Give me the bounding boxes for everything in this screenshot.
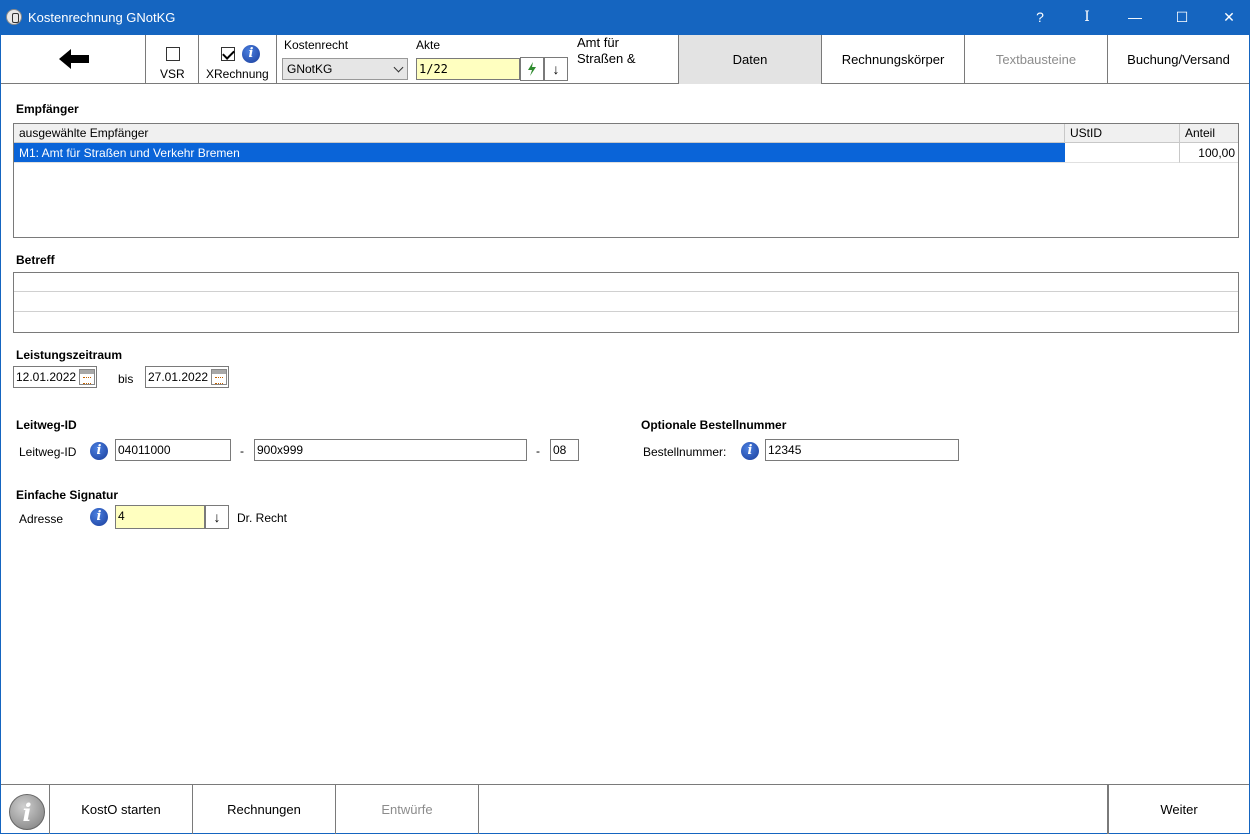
xrechnung-checkbox[interactable] [221,47,235,61]
leitweg-title: Leitweg-ID [16,418,77,432]
arrow-down-icon: ↓ [552,61,560,77]
arrow-down-icon: ↓ [213,509,221,525]
info-cursor-button[interactable]: I [1064,0,1110,35]
empfaenger-name-cell[interactable]: M1: Amt für Straßen und Verkehr Bremen [14,143,1065,163]
kostenrecht-value: GNotKG [287,62,333,76]
lightning-icon [528,62,536,76]
tab-daten[interactable]: Daten [679,35,822,84]
betreff-title: Betreff [16,253,55,267]
adresse-select-button[interactable]: ↓ [205,505,229,529]
leitweg-separator: - [240,444,244,458]
date-to-input[interactable]: 27.01.2022 [145,366,229,388]
empfaenger-title: Empfänger [16,102,79,116]
vsr-toggle[interactable]: VSR [146,35,199,84]
leitweg-info-icon[interactable]: i [90,442,108,460]
akte-panel: Kostenrecht GNotKG Akte 1/22 ↓ Amt für S… [277,35,679,84]
date-from-input[interactable]: 12.01.2022 [13,366,97,388]
vsr-checkbox[interactable] [166,47,180,61]
weiter-button[interactable]: Weiter [1108,785,1249,834]
back-arrow-icon [59,49,89,69]
column-header-empfaenger[interactable]: ausgewählte Empfänger [14,124,1065,143]
tab-rechnungskoerper[interactable]: Rechnungskörper [822,35,965,84]
toolbar: VSR i XRechnung Kostenrecht GNotKG Akte … [1,35,1249,84]
help-button[interactable]: ? [1017,0,1063,35]
leitweg-part3-input[interactable]: 08 [550,439,579,461]
close-button[interactable]: ✕ [1206,0,1250,35]
app-icon [6,9,22,25]
adresse-input[interactable]: 4 [115,505,205,529]
kosto-start-button[interactable]: KostO starten [50,785,193,834]
column-header-ustid[interactable]: UStID [1065,124,1180,143]
leistungszeitraum-title: Leistungszeitraum [16,348,123,362]
tab-buchung-versand[interactable]: Buchung/Versand [1108,35,1249,84]
ustid-cell[interactable] [1065,143,1180,163]
empfaenger-table[interactable]: ausgewählte Empfänger UStID Anteil M1: A… [13,123,1239,238]
leitweg-separator: - [536,444,540,458]
xrechnung-label: XRechnung [206,67,269,81]
akte-name-line1: Amt für [577,35,619,50]
rechnungen-button[interactable]: Rechnungen [193,785,336,834]
bestellnummer-input[interactable]: 12345 [765,439,959,461]
entwuerfe-button[interactable]: Entwürfe [336,785,479,834]
table-row[interactable]: M1: Amt für Straßen und Verkehr Bremen 1… [14,143,1238,163]
xrechnung-info-icon[interactable]: i [242,45,260,63]
kostenrecht-select[interactable]: GNotKG [282,58,408,80]
minimize-button[interactable]: — [1112,0,1158,35]
bis-label: bis [118,372,134,386]
back-button[interactable] [1,35,146,84]
akte-name-line2: Straßen & [577,51,636,66]
adresse-label: Adresse [19,512,64,526]
chevron-down-icon [393,62,404,73]
akte-label: Akte [416,38,441,52]
leitweg-label: Leitweg-ID [19,445,77,459]
window-title: Kostenrechnung GNotKG [28,10,176,25]
xrechnung-toggle[interactable]: i XRechnung [199,35,277,84]
tab-textbausteine[interactable]: Textbausteine [965,35,1108,84]
table-header: ausgewählte Empfänger UStID Anteil [14,124,1238,143]
signatur-title: Einfache Signatur [16,488,119,502]
akte-flash-button[interactable] [520,57,544,81]
bottom-spacer [479,785,1108,834]
adresse-info-icon[interactable]: i [90,508,108,526]
kostenrecht-label: Kostenrecht [284,38,349,52]
bestellnummer-label: Bestellnummer: [643,445,727,459]
title-bar: Kostenrechnung GNotKG ? I — ☐ ✕ [0,0,1250,35]
date-from-value: 12.01.2022 [16,370,77,384]
betreff-textarea[interactable] [13,272,1239,333]
info-button[interactable]: i [1,785,50,834]
date-to-value: 27.01.2022 [148,370,209,384]
adresse-name: Dr. Recht [237,511,288,525]
akte-select-button[interactable]: ↓ [544,57,568,81]
vsr-label: VSR [160,67,185,81]
bottom-bar: i KostO starten Rechnungen Entwürfe Weit… [1,784,1249,834]
leitweg-part2-input[interactable]: 900x999 [254,439,527,461]
calendar-icon[interactable] [79,369,95,385]
maximize-button[interactable]: ☐ [1159,0,1205,35]
bestellnummer-title: Optionale Bestellnummer [641,418,787,432]
calendar-icon[interactable] [211,369,227,385]
leitweg-part1-input[interactable]: 04011000 [115,439,231,461]
anteil-cell[interactable]: 100,00 [1180,143,1238,163]
column-header-anteil[interactable]: Anteil [1180,124,1238,143]
info-icon: i [9,794,45,830]
bestellnummer-info-icon[interactable]: i [741,442,759,460]
betreff-line [14,291,1238,292]
akte-input[interactable]: 1/22 [416,58,520,80]
betreff-line [14,311,1238,312]
